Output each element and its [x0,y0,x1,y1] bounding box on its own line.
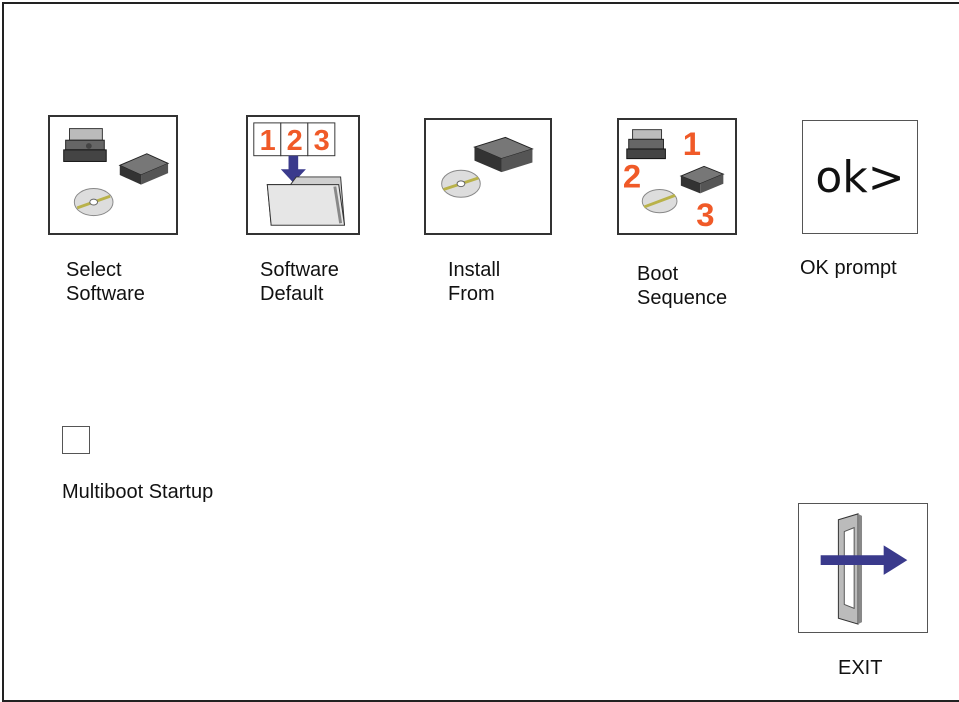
cd-and-drive-icon [441,136,534,198]
multiboot-startup-label: Multiboot Startup [62,481,214,503]
software-default-label: Software Default [260,258,339,306]
exit-label: EXIT [838,657,883,679]
software-default-label-line2: Default [260,283,324,305]
boot-sequence-label: Boot Sequence [637,262,727,310]
svg-text:1: 1 [683,125,701,162]
svg-text:1: 1 [260,125,276,157]
select-software-label: Select Software [66,258,145,306]
ok-prompt-label: OK prompt [800,257,897,279]
numbered-folder-icon: 1 2 3 [253,122,346,226]
ok-prompt-icon: ok> [815,151,905,203]
install-from-label: Install From [448,258,500,306]
exit-button[interactable] [798,503,928,633]
boot-sequence-label-line2: Sequence [637,287,728,309]
install-from-label-line1: Install [448,259,501,281]
software-default-button[interactable]: 1 2 3 [246,115,360,235]
svg-text:2: 2 [623,158,641,195]
install-from-label-line2: From [448,283,495,305]
svg-text:2: 2 [287,125,303,157]
software-default-label-line1: Software [260,259,339,281]
ok-prompt-button[interactable]: ok> [802,120,918,234]
boot-sequence-label-line1: Boot [637,263,679,285]
install-from-button[interactable] [424,118,552,235]
svg-text:3: 3 [314,125,330,157]
multiboot-startup-checkbox[interactable] [62,426,90,454]
select-software-label-line2: Software [66,283,145,305]
drives-and-cd-icon [63,128,170,217]
select-software-label-line1: Select [66,259,122,281]
select-software-button[interactable] [48,115,178,235]
boot-order-icon: 1 2 3 [623,125,725,233]
svg-text:3: 3 [696,196,714,233]
boot-sequence-button[interactable]: 1 2 3 [617,118,737,235]
exit-door-icon [820,513,908,625]
